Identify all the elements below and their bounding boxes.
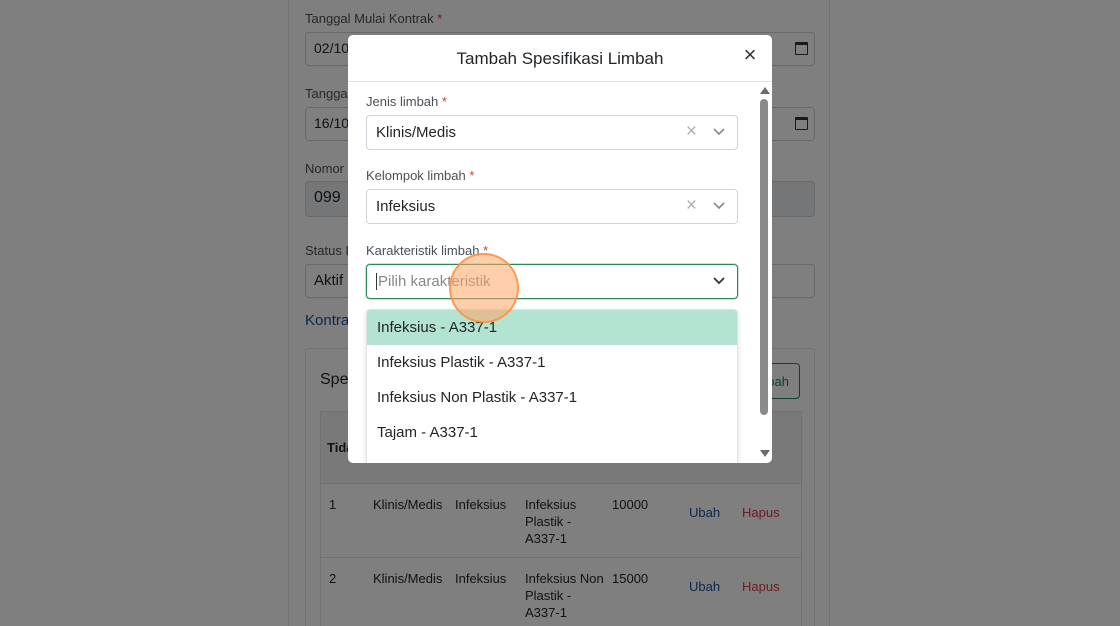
clear-icon[interactable]: × <box>686 122 697 142</box>
clear-icon[interactable]: × <box>686 196 697 216</box>
close-icon[interactable]: × <box>740 44 760 66</box>
kelompok-select[interactable]: Infeksius × <box>366 189 738 224</box>
option-item[interactable]: Infeksius - A337-1 <box>367 310 737 345</box>
modal-title: Tambah Spesifikasi Limbah <box>456 49 664 68</box>
scroll-up-icon[interactable] <box>760 87 770 94</box>
jenis-label: Jenis limbah * <box>366 94 447 109</box>
jenis-value: Klinis/Medis <box>376 124 457 141</box>
scrollbar-thumb[interactable] <box>760 99 768 415</box>
add-spec-modal: Tambah Spesifikasi Limbah × Jenis limbah… <box>348 35 772 463</box>
kelompok-label: Kelompok limbah * <box>366 168 475 183</box>
modal-header: Tambah Spesifikasi Limbah × <box>348 35 772 82</box>
scroll-down-icon[interactable] <box>760 450 770 457</box>
jenis-select[interactable]: Klinis/Medis × <box>366 115 738 150</box>
chevron-down-icon[interactable] <box>713 125 725 137</box>
chevron-down-icon[interactable] <box>713 274 725 286</box>
option-item[interactable]: Infeksius Plastik - A337-1 <box>367 345 737 380</box>
option-item[interactable]: Tajam - A337-1 <box>367 415 737 450</box>
option-item[interactable]: Infeksius Non Plastik - A337-1 <box>367 380 737 415</box>
click-indicator <box>449 253 519 323</box>
karakteristik-select[interactable]: Pilih karakteristik <box>366 264 738 299</box>
karakteristik-options: Infeksius - A337-1 Infeksius Plastik - A… <box>366 309 738 463</box>
kelompok-value: Infeksius <box>376 198 436 215</box>
chevron-down-icon[interactable] <box>713 199 725 211</box>
modal-scrollbar[interactable] <box>758 83 770 461</box>
